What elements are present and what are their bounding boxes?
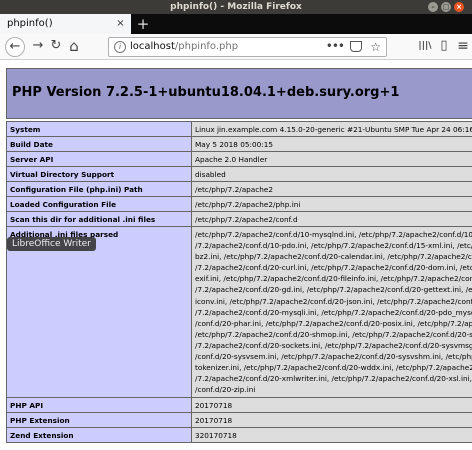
close-window-button[interactable]: ×	[454, 2, 464, 12]
url-path: /phpinfo.php	[174, 41, 239, 52]
php-version-banner: PHP Version 7.2.5-1+ubuntu18.04.1+deb.su…	[6, 68, 472, 119]
ini-line: /7.2/apache2/conf.d/20-mysqli.ini, /etc/…	[195, 307, 472, 317]
url-text[interactable]: localhost/phpinfo.php	[130, 38, 238, 56]
ini-line: /conf.d/20-zip.ini	[195, 385, 256, 395]
reload-button[interactable]: ↻	[46, 36, 66, 56]
ini-line: /7.2/apache2/conf.d/20-sockets.ini, /etc…	[195, 340, 472, 350]
ini-line: /conf.d/20-phar.ini, /etc/php/7.2/apache…	[195, 318, 472, 328]
row-value: 20170718	[191, 397, 472, 414]
sidebar-icon[interactable]: ▯	[437, 38, 451, 54]
table-row: Zend Extension 320170718	[6, 427, 472, 444]
menu-icon[interactable]: ≡	[456, 38, 470, 54]
page-content[interactable]: PHP Version 7.2.5-1+ubuntu18.04.1+deb.su…	[0, 60, 472, 450]
row-value: 320170718	[191, 427, 472, 444]
additional-ini-value: /etc/php/7.2/apache2/conf.d/10-mysqlnd.i…	[191, 225, 472, 399]
row-label: Server API	[6, 151, 192, 167]
ini-line: /7.2/apache2/conf.d/20-xmlwriter.ini, /e…	[195, 374, 472, 384]
table-row: Configuration File (php.ini) Path/etc/ph…	[6, 181, 472, 197]
table-row: System Linux jin.example.com 4.15.0-20-ge…	[6, 121, 472, 137]
phpinfo-table: System Linux jin.example.com 4.15.0-20-ge…	[6, 121, 472, 444]
row-value: Apache 2.0 Handler	[191, 151, 472, 167]
row-value: /etc/php/7.2/apache2	[191, 181, 472, 197]
ini-line: /etc/php/7.2/apache2/conf.d/10-mysqlnd.i…	[195, 230, 472, 239]
window-title: phpinfo() - Mozilla Firefox	[170, 2, 302, 12]
row-label: Configuration File (php.ini) Path	[6, 181, 192, 197]
row-label: PHP Extension	[6, 412, 192, 429]
pocket-icon[interactable]	[350, 41, 362, 52]
new-tab-button[interactable]: +	[135, 14, 151, 34]
row-label: Additional .ini files parsed	[6, 225, 192, 399]
ini-line: exif.ini, /etc/php/7.2/apache2/conf.d/20…	[195, 274, 472, 284]
table-row: Server API Apache 2.0 Handler	[6, 151, 472, 167]
tab-label: phpinfo()	[7, 18, 53, 29]
window-titlebar: phpinfo() - Mozilla Firefox – □ ×	[0, 0, 472, 14]
page-title: PHP Version 7.2.5-1+ubuntu18.04.1+deb.su…	[12, 85, 400, 100]
ini-line: /conf.d/20-sysvsem.ini, /etc/php/7.2/apa…	[195, 352, 472, 362]
ini-line: tokenizer.ini, /etc/php/7.2/apache2/conf…	[195, 363, 472, 373]
table-row: Build Date May 5 2018 05:00:15	[6, 136, 472, 152]
table-row: Scan this dir for additional .ini files /…	[6, 211, 472, 227]
bookmark-star-icon[interactable]: ☆	[370, 38, 381, 56]
page-info-icon[interactable]: i	[114, 41, 126, 53]
page-actions-icon[interactable]: •••	[326, 38, 345, 54]
ini-line: /etc/php/7.2/apache2/conf.d/20-shmop.ini…	[195, 329, 472, 339]
table-row: Additional .ini files parsed /etc/php/7.…	[6, 225, 472, 399]
home-button[interactable]: ⌂	[64, 36, 84, 56]
row-value: /etc/php/7.2/apache2/conf.d	[191, 211, 472, 227]
forward-button[interactable]: →	[28, 36, 48, 56]
table-row: PHP Extension 20170718	[6, 412, 472, 429]
minimize-button[interactable]: –	[428, 2, 438, 12]
back-button[interactable]: ←	[5, 37, 25, 57]
ini-line: iconv.ini, /etc/php/7.2/apache2/conf.d/2…	[195, 296, 472, 306]
row-value: Linux jin.example.com 4.15.0-20-generic …	[191, 121, 472, 137]
row-value: May 5 2018 05:00:15	[191, 136, 472, 152]
row-label: Zend Extension	[6, 427, 192, 444]
row-label: Scan this dir for additional .ini files	[6, 211, 192, 227]
ini-line: /7.2/apache2/conf.d/10-pdo.ini, /etc/php…	[195, 241, 472, 251]
row-value: /etc/php/7.2/apache2/php.ini	[191, 196, 472, 212]
row-label: System	[6, 121, 192, 137]
table-row: PHP API 20170718	[6, 397, 472, 414]
row-label: PHP API	[6, 397, 192, 414]
ini-line: bz2.ini, /etc/php/7.2/apache2/conf.d/20-…	[195, 252, 472, 262]
launcher-tooltip: LibreOffice Writer	[7, 237, 96, 251]
url-host: localhost	[130, 41, 175, 52]
table-row: Virtual Directory Support disabled	[6, 166, 472, 182]
row-value: disabled	[191, 166, 472, 182]
row-value: 20170718	[191, 412, 472, 429]
row-label: Loaded Configuration File	[6, 196, 192, 212]
close-tab-icon[interactable]: ×	[115, 18, 126, 29]
ini-line: /7.2/apache2/conf.d/20-gd.ini, /etc/php/…	[195, 285, 472, 295]
tab-strip: phpinfo() × +	[0, 14, 472, 34]
row-label: Build Date	[6, 136, 192, 152]
table-row: Loaded Configuration File/etc/php/7.2/ap…	[6, 196, 472, 212]
navigation-toolbar: ← → ↻ ⌂ i localhost/phpinfo.php ••• ☆ ||…	[0, 34, 472, 60]
tab-phpinfo[interactable]: phpinfo() ×	[0, 14, 131, 34]
ini-line: /7.2/apache2/conf.d/20-curl.ini, /etc/ph…	[195, 263, 472, 273]
window-controls: – □ ×	[428, 2, 464, 12]
address-bar[interactable]: i localhost/phpinfo.php ••• ☆	[108, 37, 387, 57]
maximize-button[interactable]: □	[441, 2, 451, 12]
row-label: Virtual Directory Support	[6, 166, 192, 182]
library-icon[interactable]: |||\	[417, 38, 433, 54]
